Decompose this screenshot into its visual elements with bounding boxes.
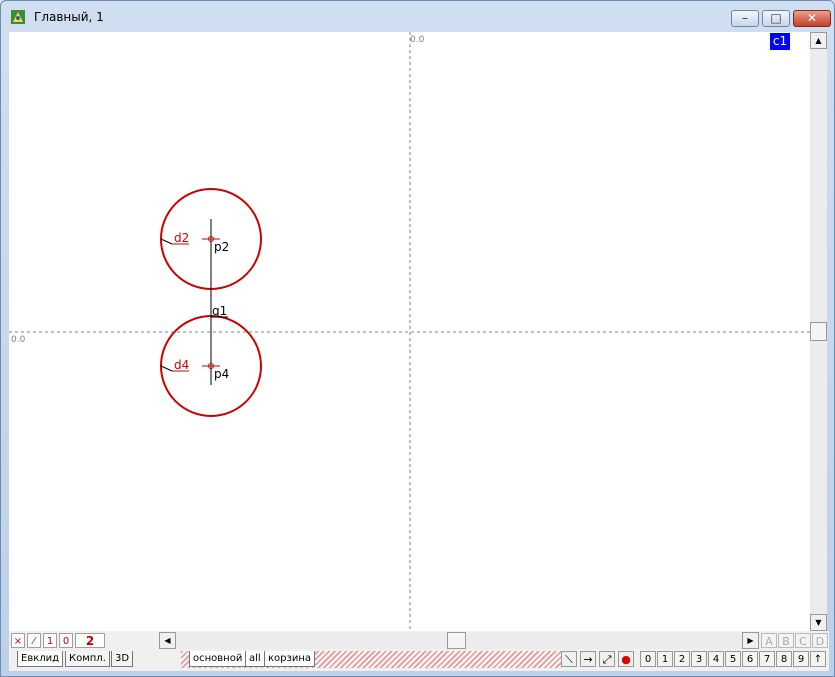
main-window: Главный, 1 – □ ✕ 0.0 0.0 d2 d4 p2 p4 q1 … [0,0,835,677]
arrow-left-icon: ◀ [164,636,171,645]
geometry-drawing: 0.0 0.0 d2 d4 p2 p4 q1 [9,32,810,631]
arrow-diagonal-icon: ⤢ [602,653,612,666]
bottom-panel: × ⁄ 1 0 2 ◀ ▶ A B C D Евклид Компл. 3D о… [9,631,829,671]
ray-tool-button[interactable]: → [580,651,596,667]
segment-tool-button[interactable]: ⟍ [561,651,577,667]
arrow-right-icon: → [583,653,593,666]
minimize-button[interactable]: – [731,10,759,27]
tab-3d[interactable]: 3D [111,651,134,667]
tab-kompl[interactable]: Компл. [65,651,110,667]
maximize-icon: □ [770,11,782,25]
number-button-0[interactable]: 0 [640,651,656,667]
zero-button[interactable]: 0 [59,633,73,648]
clear-button[interactable]: × [11,633,25,648]
tab-evklid[interactable]: Евклид [17,651,64,667]
vector-tool-button[interactable]: ⤢ [599,651,615,667]
axis-label-top: 0.0 [410,35,425,45]
number-button-1[interactable]: 1 [657,651,673,667]
minimize-icon: – [742,11,748,25]
segment-tool-icon: ⟍ [565,653,573,666]
axis-label-left: 0.0 [11,335,26,345]
arrow-up-icon: ▲ [815,36,822,45]
number-button-9[interactable]: 9 [793,651,809,667]
label-d2: d2 [174,231,189,245]
drawing-canvas[interactable]: 0.0 0.0 d2 d4 p2 p4 q1 c1 [9,32,810,631]
tab-osnovnoi[interactable]: основной [189,651,247,667]
number-button-6[interactable]: 6 [742,651,758,667]
maximize-button[interactable]: □ [762,10,790,27]
tab-korzina[interactable]: корзина [264,651,315,667]
arrow-right-icon: ▶ [747,636,754,645]
point-tool-button[interactable]: ● [618,651,634,667]
corner-badge[interactable]: c1 [770,33,790,50]
label-p2: p2 [214,240,229,254]
up-arrow-button[interactable]: ↑ [810,651,826,667]
window-title: Главный, 1 [34,10,104,24]
title-bar[interactable]: Главный, 1 – □ ✕ [1,1,834,32]
scroll-right-button[interactable]: ▶ [742,632,759,649]
number-button-4[interactable]: 4 [708,651,724,667]
close-icon: ✕ [806,11,818,25]
scroll-up-button[interactable]: ▲ [810,32,827,49]
scroll-left-button[interactable]: ◀ [159,632,176,649]
close-button[interactable]: ✕ [793,10,831,27]
number-button-3[interactable]: 3 [691,651,707,667]
letter-button-d[interactable]: D [812,633,828,648]
number-button-5[interactable]: 5 [725,651,741,667]
app-icon [11,10,25,24]
arrow-down-icon: ▼ [815,618,822,627]
vertical-scrollbar[interactable]: ▲ ▼ [810,32,827,631]
slash-button[interactable]: ⁄ [27,633,41,648]
letter-button-a[interactable]: A [761,633,777,648]
tab-all[interactable]: all [245,651,265,667]
number-button-8[interactable]: 8 [776,651,792,667]
label-q1: q1 [212,304,227,318]
label-d4: d4 [174,358,189,372]
letter-button-c[interactable]: C [795,633,811,648]
horizontal-scroll-thumb[interactable] [447,632,466,649]
scroll-down-button[interactable]: ▼ [810,614,827,631]
number-button-2[interactable]: 2 [674,651,690,667]
number-button-7[interactable]: 7 [759,651,775,667]
layer-number[interactable]: 2 [75,633,105,648]
letter-button-b[interactable]: B [778,633,794,648]
red-dot-icon: ● [621,653,631,666]
horizontal-scrollbar[interactable]: ◀ ▶ [159,632,759,649]
one-button[interactable]: 1 [43,633,57,648]
vertical-scroll-thumb[interactable] [810,322,827,341]
label-p4: p4 [214,367,229,381]
